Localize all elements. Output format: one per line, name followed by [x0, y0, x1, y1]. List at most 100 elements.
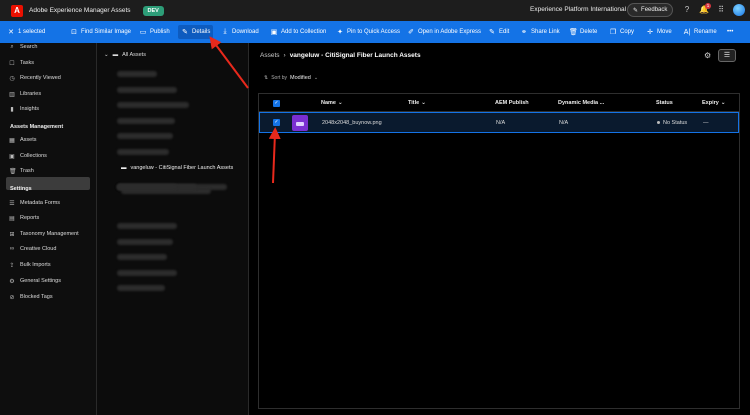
details-button[interactable]: ✎ Details	[178, 25, 214, 39]
tree-item-blurred[interactable]	[117, 184, 177, 190]
nav-creative-cloud[interactable]: ∞ Creative Cloud	[9, 243, 57, 255]
row-checkbox[interactable]: ✓	[273, 119, 280, 126]
download-label: Download	[232, 29, 259, 35]
tree-item-blurred[interactable]	[117, 285, 165, 291]
pencil-icon: ✎	[489, 29, 495, 36]
edit-details-icon: ✎	[182, 29, 188, 36]
nav-collections[interactable]: ▣ Collections	[9, 150, 47, 162]
cell-name[interactable]: 2048x2048_buynow.png	[322, 120, 382, 126]
chevron-down-icon: ⌄	[313, 75, 319, 81]
column-expiry-label: Expiry	[702, 100, 719, 106]
tree-item-blurred[interactable]	[117, 118, 175, 124]
nav-tasks-label: Tasks	[20, 60, 35, 66]
selected-count: 1 selected	[18, 29, 46, 35]
tree-item-blurred[interactable]	[117, 87, 177, 93]
org-switcher[interactable]: Experience Platform International	[530, 6, 626, 13]
select-all-checkbox[interactable]: ✓	[273, 100, 280, 107]
tree-item-blurred[interactable]	[117, 149, 169, 155]
column-title-label: Title	[408, 100, 420, 106]
breadcrumb-root[interactable]: Assets	[260, 52, 280, 59]
nav-general-settings[interactable]: ⚙ General Settings	[9, 275, 61, 287]
selected-folder-label: vangeluw - CitiSignal Fiber Launch Asset…	[130, 165, 234, 171]
nav-reports[interactable]: ▤ Reports	[9, 212, 39, 224]
rename-button[interactable]: A| Rename	[683, 21, 717, 43]
copy-label: Copy	[620, 29, 635, 35]
notification-count: 1	[705, 3, 711, 9]
status-dot-icon	[657, 121, 660, 125]
table-row[interactable]: ✓ 2048x2048_buynow.png N/A N/A No Status…	[259, 112, 739, 133]
import-icon: ⇪	[9, 262, 15, 269]
nav-libraries-label: Libraries	[20, 91, 42, 97]
tree-root-all-assets[interactable]: ⌄ ▬ All Assets	[104, 52, 146, 58]
share-link-button[interactable]: ⚭ Share Link	[520, 21, 560, 43]
adobe-logo-icon[interactable]: A	[11, 4, 23, 17]
download-button[interactable]: ⤓ Download	[221, 21, 259, 43]
nav-libraries[interactable]: ▥ Libraries	[9, 88, 41, 100]
publish-button[interactable]: ▭ Publish	[139, 21, 170, 43]
edit-button[interactable]: ✎ Edit	[488, 21, 509, 43]
copy-button[interactable]: ❐ Copy	[609, 21, 634, 43]
tree-item-blurred[interactable]	[117, 254, 167, 260]
tree-item-blurred[interactable]	[117, 270, 177, 276]
nav-tasks[interactable]: ☐ Tasks	[9, 57, 34, 69]
tree-item-blurred[interactable]	[117, 133, 173, 139]
section-assets-management: Assets Management	[10, 124, 64, 130]
image-search-icon: ⊡	[71, 29, 77, 36]
clock-icon: ◷	[9, 75, 15, 82]
column-dm-label: Dynamic Media ...	[558, 100, 605, 106]
nav-taxonomy[interactable]: ⊞ Taxonomy Management	[9, 228, 78, 240]
collections-icon: ▣	[9, 153, 15, 160]
feedback-button[interactable]: ✎ Feedback	[627, 3, 674, 17]
column-header-aem-publish[interactable]: AEM Publish	[495, 100, 529, 106]
tree-item-blurred[interactable]	[117, 239, 173, 245]
nav-insights[interactable]: ▮ Insights	[9, 103, 39, 115]
view-switcher-button[interactable]: ☰	[718, 49, 736, 62]
more-actions-button[interactable]: •••	[727, 21, 733, 43]
pin-icon: ✦	[337, 29, 343, 36]
copy-icon: ❐	[609, 29, 617, 36]
nav-search[interactable]: ⌕ Search	[9, 41, 37, 53]
assets-icon: ▦	[9, 137, 15, 144]
status-text: No Status	[663, 120, 688, 126]
pin-quick-access-button[interactable]: ✦ Pin to Quick Access	[336, 21, 400, 43]
tree-item-blurred[interactable]	[117, 102, 189, 108]
column-header-expiry[interactable]: Expiry ⌄	[702, 100, 725, 106]
column-header-name[interactable]: Name ⌄	[321, 100, 343, 106]
nav-blocked-tags[interactable]: ⊘ Blocked Tags	[9, 291, 53, 303]
tree-item-blurred[interactable]	[117, 71, 157, 77]
nav-trash[interactable]: 🗑 Trash	[9, 165, 34, 177]
clear-selection-button[interactable]: ✕ 1 selected	[7, 21, 45, 43]
delete-button[interactable]: 🗑 Delete	[569, 21, 597, 43]
top-bar: A Adobe Experience Manager Assets DEV Ex…	[0, 0, 750, 21]
tree-item-selected-folder[interactable]: ▬ vangeluw - CitiSignal Fiber Launch Ass…	[121, 165, 233, 171]
sort-control[interactable]: ⇅ Sort by Modified ⌄	[264, 75, 318, 81]
column-header-dynamic-media[interactable]: Dynamic Media ...	[558, 100, 604, 106]
nav-recent[interactable]: ◷ Recently Viewed	[9, 72, 61, 84]
nav-assets-label: Assets	[20, 137, 37, 143]
help-icon[interactable]: ?	[682, 5, 692, 15]
column-header-status[interactable]: Status	[656, 100, 673, 106]
rename-icon: A|	[683, 28, 691, 36]
list-view-icon: ☰	[723, 52, 731, 59]
nav-blocked-label: Blocked Tags	[20, 294, 53, 300]
form-icon: ☰	[9, 200, 15, 207]
nav-bulk-imports[interactable]: ⇪ Bulk Imports	[9, 259, 51, 271]
open-express-button[interactable]: ✐ Open in Adobe Express	[407, 21, 481, 43]
tree-item-blurred[interactable]	[117, 223, 177, 229]
avatar[interactable]	[733, 4, 745, 16]
find-similar-button[interactable]: ⊡ Find Similar Image	[70, 21, 131, 43]
nav-assets[interactable]: ▦ Assets	[9, 134, 37, 146]
apps-grid-icon[interactable]: ⠿	[716, 5, 726, 15]
column-name-label: Name	[321, 100, 336, 106]
asset-thumbnail[interactable]	[292, 115, 308, 131]
chart-icon: ▮	[10, 106, 14, 113]
selection-action-bar: ✕ 1 selected ⊡ Find Similar Image ▭ Publ…	[0, 21, 750, 43]
nav-bulk-label: Bulk Imports	[20, 262, 51, 268]
nav-metadata-forms[interactable]: ☰ Metadata Forms	[9, 197, 60, 209]
column-header-title[interactable]: Title ⌄	[408, 100, 426, 106]
add-to-collection-button[interactable]: ▣ Add to Collection	[270, 21, 327, 43]
open-express-label: Open in Adobe Express	[418, 29, 482, 35]
move-button[interactable]: ✛ Move	[646, 21, 672, 43]
more-icon: •••	[727, 29, 734, 35]
gear-icon[interactable]: ⚙	[704, 51, 711, 60]
